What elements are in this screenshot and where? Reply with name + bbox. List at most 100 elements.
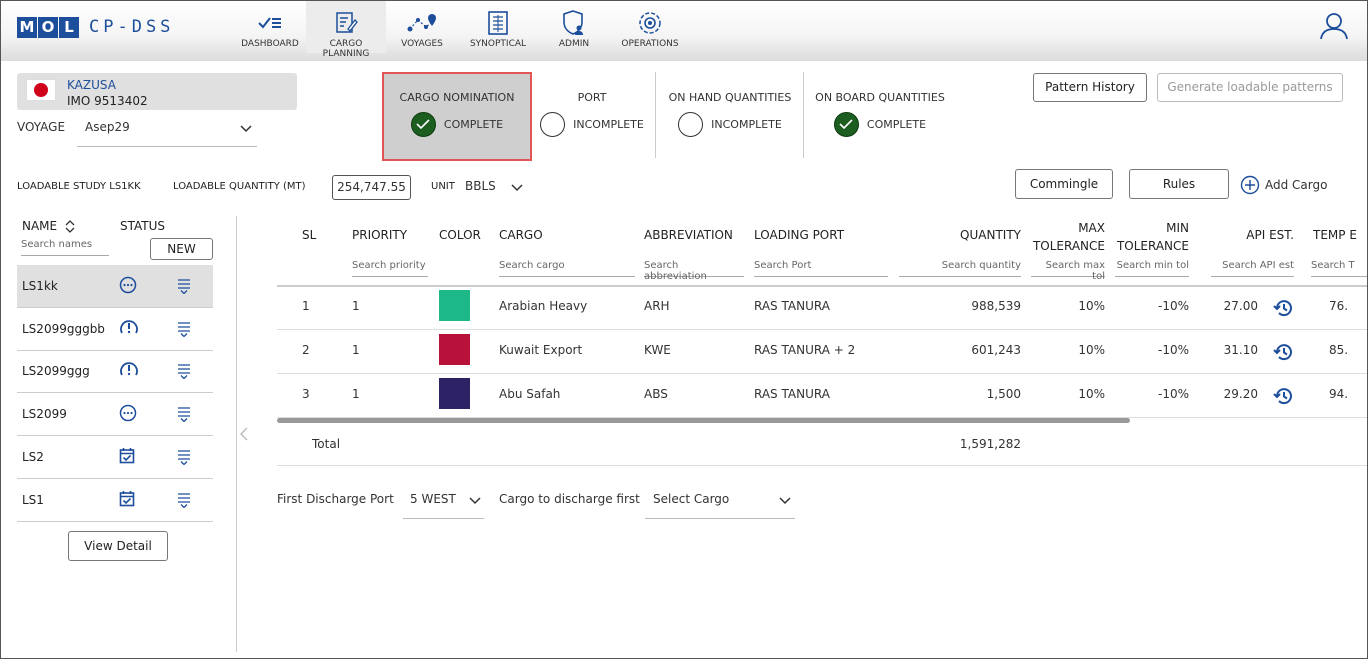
add-cargo-button[interactable]: Add Cargo <box>1240 175 1327 195</box>
search-cargo-input[interactable]: Search cargo <box>499 257 635 277</box>
sidebar-name-header[interactable]: NAME <box>22 219 75 233</box>
step-on-hand-quantities[interactable]: ON HAND QUANTITIES INCOMPLETE <box>665 91 795 137</box>
unit-select[interactable]: BBLS <box>465 175 525 201</box>
nav-synoptical[interactable]: SYNOPTICAL <box>458 9 538 49</box>
empty-circle-icon <box>540 112 566 137</box>
cell-cargo: Abu Safah <box>499 387 561 401</box>
loadable-study-name: LS2 <box>22 449 44 464</box>
step-title: PORT <box>577 91 607 104</box>
pattern-history-button[interactable]: Pattern History <box>1033 73 1147 102</box>
cell-sl: 2 <box>302 343 310 357</box>
col-header-max-tolerance: MAX TOLERANCE <box>1031 219 1105 255</box>
col-header-temp: TEMP E <box>1313 228 1357 242</box>
row-menu-icon[interactable] <box>177 321 191 338</box>
header-line: MAX <box>1078 221 1105 235</box>
step-state: INCOMPLETE <box>711 118 782 131</box>
search-temp-input[interactable]: Search T <box>1311 257 1367 277</box>
cell-loading-port[interactable]: RAS TANURA <box>754 387 830 401</box>
voyage-value: Asep29 <box>85 120 130 134</box>
unit-value: BBLS <box>465 179 496 193</box>
first-discharge-port-value: 5 WEST <box>410 492 456 506</box>
nav-dashboard[interactable]: DASHBOARD <box>230 9 310 49</box>
chevron-down-icon <box>779 497 791 505</box>
loadable-study-row[interactable]: LS1 <box>17 479 213 522</box>
col-header-abbreviation: ABBREVIATION <box>644 228 733 242</box>
loadable-study-row[interactable]: LS2099 <box>17 393 213 437</box>
loadable-study-name: LS1 <box>22 492 44 507</box>
history-icon[interactable] <box>1273 297 1295 319</box>
cargo-color-swatch[interactable] <box>439 334 470 365</box>
loadable-study-row[interactable]: LS2 <box>17 436 213 479</box>
row-divider <box>277 373 1367 374</box>
cell-max-tolerance: 10% <box>1078 343 1105 357</box>
cell-priority: 1 <box>352 387 360 401</box>
commingle-button[interactable]: Commingle <box>1015 169 1113 199</box>
pending-icon <box>119 404 139 424</box>
cell-min-tolerance: -10% <box>1157 387 1189 401</box>
cell-priority: 1 <box>352 343 360 357</box>
search-quantity-input[interactable]: Search quantity <box>899 257 1021 277</box>
cargo-discharge-first-select[interactable]: Select Cargo <box>645 485 795 519</box>
chevron-down-icon <box>240 125 252 133</box>
table-horizontal-scrollbar[interactable] <box>277 418 1130 423</box>
nav-voyages[interactable]: VOYAGES <box>382 9 462 49</box>
voyage-select[interactable]: Asep29 <box>77 113 257 147</box>
step-port[interactable]: PORT INCOMPLETE <box>537 91 647 137</box>
row-menu-icon[interactable] <box>177 449 191 466</box>
rules-button[interactable]: Rules <box>1129 169 1229 199</box>
loadable-quantity-label: LOADABLE QUANTITY (MT) <box>173 181 306 192</box>
nav-cargo-planning[interactable]: CARGO PLANNING <box>306 1 386 59</box>
cell-loading-port[interactable]: RAS TANURA <box>754 299 830 313</box>
cell-priority: 1 <box>352 299 360 313</box>
nav-operations[interactable]: OPERATIONS <box>610 9 690 49</box>
search-priority-input[interactable]: Search priority <box>352 257 428 277</box>
row-menu-icon[interactable] <box>177 406 191 423</box>
col-header-min-tolerance: MIN TOLERANCE <box>1115 219 1189 255</box>
cell-cargo: Arabian Heavy <box>499 299 588 313</box>
user-profile-icon[interactable] <box>1319 11 1349 45</box>
history-icon[interactable] <box>1273 385 1295 407</box>
generate-loadable-patterns-button[interactable]: Generate loadable patterns <box>1157 73 1343 102</box>
step-on-board-quantities[interactable]: ON BOARD QUANTITIES COMPLETE <box>813 91 947 137</box>
cargo-color-swatch[interactable] <box>439 378 470 409</box>
col-header-loading-port: LOADING PORT <box>754 228 845 242</box>
total-quantity: 1,591,282 <box>959 437 1021 451</box>
calendar-check-icon <box>119 490 139 510</box>
new-loadable-study-button[interactable]: NEW <box>150 238 213 260</box>
search-max-tol-input[interactable]: Search max tol <box>1031 257 1105 282</box>
loadable-study-row[interactable]: LS2099gggbb <box>17 308 213 351</box>
step-title: CARGO NOMINATION <box>399 91 515 104</box>
row-menu-icon[interactable] <box>177 363 191 380</box>
cell-loading-port[interactable]: RAS TANURA + 2 <box>754 343 855 357</box>
row-menu-icon[interactable] <box>177 278 191 295</box>
first-discharge-port-select[interactable]: 5 WEST <box>403 485 484 519</box>
cargo-color-swatch[interactable] <box>439 290 470 321</box>
cell-api-est: 31.10 <box>1223 343 1258 357</box>
row-menu-icon[interactable] <box>177 492 191 508</box>
step-cargo-nomination[interactable]: CARGO NOMINATION COMPLETE <box>384 91 530 137</box>
nav-label: ADMIN <box>558 39 590 49</box>
loadable-quantity-value[interactable]: 254,747.55 <box>332 175 411 200</box>
loadable-study-row[interactable]: LS2099ggg <box>17 350 213 394</box>
cell-temp: 76. <box>1329 299 1349 313</box>
view-detail-button[interactable]: View Detail <box>68 531 168 561</box>
search-names-input[interactable]: Search names <box>21 239 109 256</box>
loadable-study-name: LS2099 <box>22 407 67 422</box>
loadable-study-row[interactable]: LS1kk <box>17 265 213 308</box>
search-api-input[interactable]: Search API est <box>1211 257 1294 277</box>
history-icon[interactable] <box>1273 341 1295 363</box>
top-navigation-bar: M O L CP-DSS DASHBOARD CARGO PLANNING VO… <box>1 1 1367 61</box>
voyage-label: VOYAGE <box>17 120 66 134</box>
nav-label: CARGO PLANNING <box>322 39 370 59</box>
step-state: COMPLETE <box>443 118 504 131</box>
logo-letter: L <box>59 17 79 38</box>
collapse-sidebar-chevron-icon[interactable] <box>239 427 249 441</box>
search-min-tol-input[interactable]: Search min tol <box>1115 257 1189 277</box>
first-discharge-port-label: First Discharge Port <box>277 492 394 506</box>
nav-label: OPERATIONS <box>621 39 679 49</box>
search-abbreviation-input[interactable]: Search abbreviation <box>644 257 744 282</box>
nav-admin[interactable]: ADMIN <box>534 9 614 49</box>
empty-circle-icon <box>678 112 704 137</box>
col-header-api-est: API EST. <box>1246 228 1294 242</box>
search-port-input[interactable]: Search Port <box>754 257 888 277</box>
